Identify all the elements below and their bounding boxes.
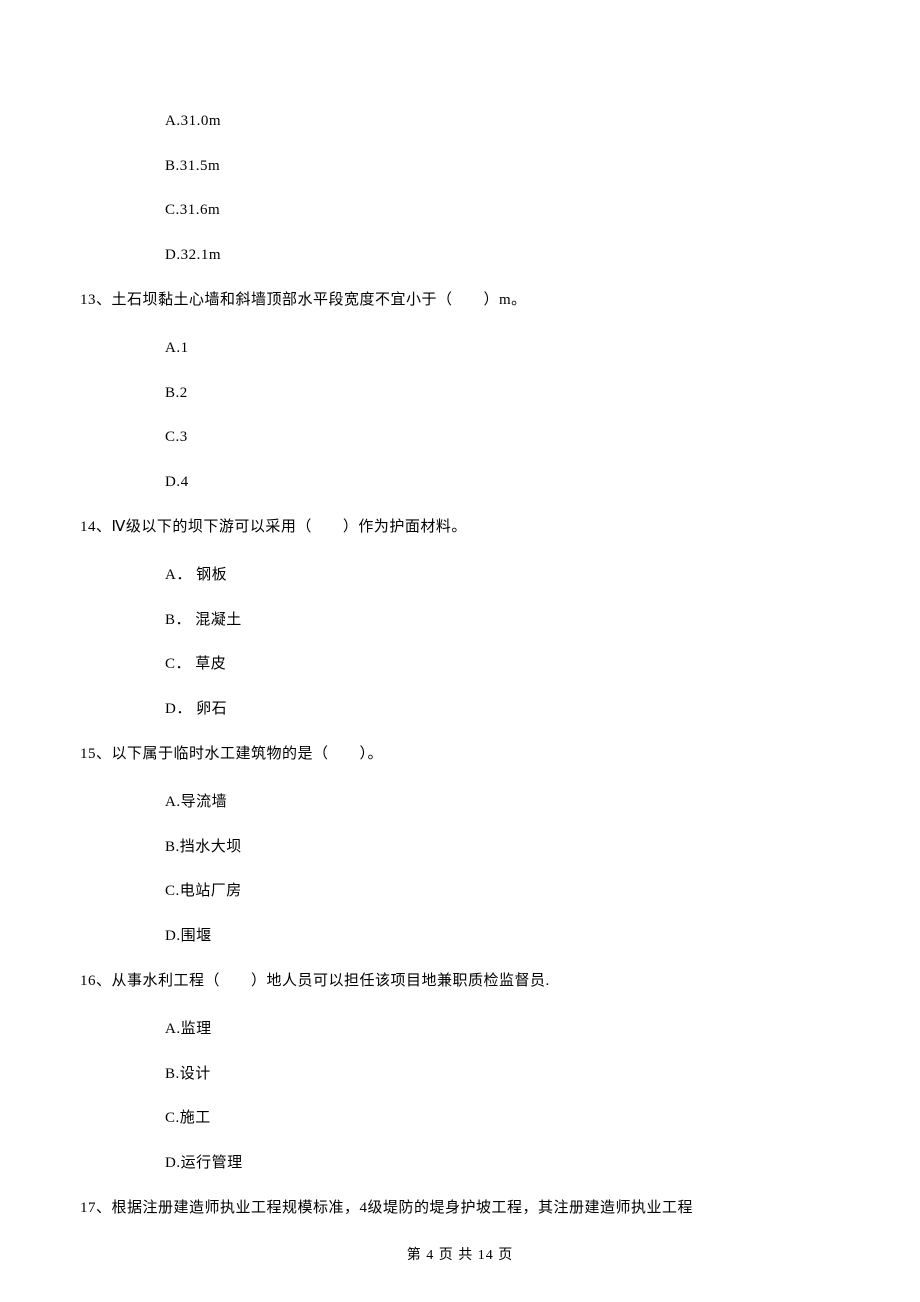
option-d: D.运行管理	[165, 1152, 840, 1175]
question-number: 17、	[80, 1200, 112, 1216]
question-13-options: A.1 B.2 C.3 D.4	[80, 337, 840, 493]
question-text: Ⅳ级以下的坝下游可以采用（ ）作为护面材料。	[112, 519, 467, 535]
option-c: C.电站厂房	[165, 880, 840, 903]
option-d: D.4	[165, 471, 840, 494]
question-16-options: A.监理 B.设计 C.施工 D.运行管理	[80, 1018, 840, 1174]
question-12-options-tail: A.31.0m B.31.5m C.31.6m D.32.1m	[80, 110, 840, 266]
option-d: D． 卵石	[165, 698, 840, 721]
option-c: C.31.6m	[165, 199, 840, 222]
option-b: B． 混凝土	[165, 609, 840, 632]
question-14: 14、Ⅳ级以下的坝下游可以采用（ ）作为护面材料。	[80, 515, 840, 539]
question-text: 从事水利工程（ ）地人员可以担任该项目地兼职质检监督员.	[112, 973, 550, 989]
question-text: 以下属于临时水工建筑物的是（ ）。	[112, 746, 384, 762]
document-page: A.31.0m B.31.5m C.31.6m D.32.1m 13、土石坝黏土…	[0, 0, 920, 1220]
option-a: A.监理	[165, 1018, 840, 1041]
option-b: B.2	[165, 382, 840, 405]
question-15-options: A.导流墙 B.挡水大坝 C.电站厂房 D.围堰	[80, 791, 840, 947]
option-a: A.1	[165, 337, 840, 360]
question-13: 13、土石坝黏土心墙和斜墙顶部水平段宽度不宜小于（ ）m。	[80, 288, 840, 312]
question-number: 13、	[80, 292, 112, 308]
question-text: 土石坝黏土心墙和斜墙顶部水平段宽度不宜小于（ ）m。	[112, 292, 527, 308]
page-footer: 第 4 页 共 14 页	[0, 1244, 920, 1264]
question-text: 根据注册建造师执业工程规模标准，4级堤防的堤身护坡工程，其注册建造师执业工程	[112, 1200, 694, 1216]
question-14-options: A． 钢板 B． 混凝土 C． 草皮 D． 卵石	[80, 564, 840, 720]
question-16: 16、从事水利工程（ ）地人员可以担任该项目地兼职质检监督员.	[80, 969, 840, 993]
option-d: D.32.1m	[165, 244, 840, 267]
option-c: C.3	[165, 426, 840, 449]
question-number: 15、	[80, 746, 112, 762]
option-b: B.设计	[165, 1063, 840, 1086]
option-b: B.挡水大坝	[165, 836, 840, 859]
option-d: D.围堰	[165, 925, 840, 948]
question-number: 16、	[80, 973, 112, 989]
option-b: B.31.5m	[165, 155, 840, 178]
option-a: A． 钢板	[165, 564, 840, 587]
question-17: 17、根据注册建造师执业工程规模标准，4级堤防的堤身护坡工程，其注册建造师执业工…	[80, 1196, 840, 1220]
question-15: 15、以下属于临时水工建筑物的是（ ）。	[80, 742, 840, 766]
option-c: C.施工	[165, 1107, 840, 1130]
option-a: A.导流墙	[165, 791, 840, 814]
question-number: 14、	[80, 519, 112, 535]
option-c: C． 草皮	[165, 653, 840, 676]
option-a: A.31.0m	[165, 110, 840, 133]
